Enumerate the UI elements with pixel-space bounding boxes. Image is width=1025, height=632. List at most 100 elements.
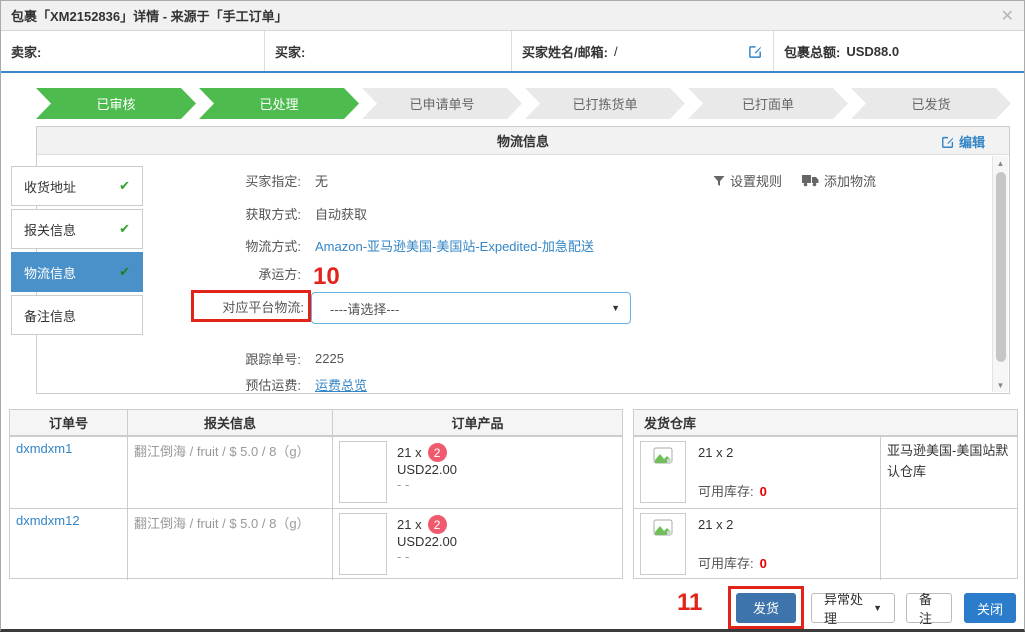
edit-logistics-button[interactable]: 编辑 <box>941 132 985 151</box>
warehouse-header: 发货仓库 <box>634 410 1017 436</box>
package-detail-dialog: 包裹「XM2152836」详情 - 来源于「手工订单」 ✕ 卖家: 买家: 买家… <box>0 0 1025 632</box>
remark-button[interactable]: 备注 <box>906 593 952 623</box>
total-cell: 包裹总额: USD88.0 <box>773 31 1024 71</box>
buyer-label: 买家: <box>275 42 305 61</box>
broken-image-icon <box>640 441 686 503</box>
col-customs-info: 报关信息 <box>127 410 332 436</box>
exception-handling-button[interactable]: 异常处理 ▼ <box>811 593 895 623</box>
seller-cell: 卖家: <box>1 31 264 71</box>
annotation-10: 10 <box>313 263 340 291</box>
close-button[interactable]: 关闭 <box>964 593 1016 623</box>
progress-step-picking-printed: 已打拣货单 <box>525 88 685 119</box>
warehouse-row-2-item: 21 x 2 可用库存:0 <box>634 508 880 580</box>
order-link[interactable]: dxmdxm1 <box>16 441 72 456</box>
freight-row: 预估运费: 运费总览 <box>161 375 367 394</box>
carrier-row: 承运方: <box>161 264 301 283</box>
stock-value: 0 <box>760 556 767 571</box>
status-progress-bar: 已审核 已处理 已申请单号 已打拣货单 已打面单 已发货 <box>36 88 1011 119</box>
warehouse-row-2-name <box>880 508 1017 580</box>
logistics-method-label: 物流方式: <box>161 236 301 255</box>
caret-down-icon: ▼ <box>873 603 882 613</box>
section-tabs: 收货地址 ✔ 报关信息 ✔ 物流信息 ✔ 备注信息 <box>11 166 143 338</box>
dialog-titlebar: 包裹「XM2152836」详情 - 来源于「手工订单」 ✕ <box>1 1 1024 31</box>
progress-step-reviewed: 已审核 <box>36 88 196 119</box>
table-row-2-customs: 翻江倒海 / fruit / $ 5.0 / 8（g） <box>127 508 332 580</box>
tracking-number-value: 2225 <box>315 351 344 366</box>
freight-label: 预估运费: <box>161 375 301 394</box>
table-row-2-product: 21 x 2 USD22.00 - - <box>332 508 622 580</box>
warehouse-row-1-name: 亚马逊美国-美国站默认仓库 <box>880 436 1017 508</box>
tracking-number-row: 跟踪单号: 2225 <box>161 349 344 368</box>
logistics-panel-title: 物流信息 <box>497 131 549 150</box>
tab-shipping-address[interactable]: 收货地址 ✔ <box>11 166 143 206</box>
buyer-specified-label: 买家指定: <box>161 171 301 190</box>
edit-icon <box>941 135 955 149</box>
scroll-down-icon[interactable]: ▼ <box>997 378 1005 392</box>
buyer-contact-cell: 买家姓名/邮箱: / <box>511 31 773 71</box>
package-total-value: USD88.0 <box>846 44 899 59</box>
platform-logistics-select[interactable]: ----请选择--- ▼ <box>311 292 631 324</box>
warehouse-row-1-item: 21 x 2 可用库存:0 <box>634 436 880 508</box>
set-rules-button[interactable]: 设置规则 <box>713 171 782 190</box>
freight-overview-link[interactable]: 运费总览 <box>315 375 367 394</box>
table-row-1-product: 21 x 2 USD22.00 - - <box>332 436 622 508</box>
seller-label: 卖家: <box>11 42 41 61</box>
col-order-no: 订单号 <box>10 410 127 436</box>
product-qty: 21 x <box>397 445 422 460</box>
fetch-method-row: 获取方式: 自动获取 <box>161 204 367 223</box>
tab-remark-info[interactable]: 备注信息 <box>11 295 143 335</box>
table-row-1-customs: 翻江倒海 / fruit / $ 5.0 / 8（g） <box>127 436 332 508</box>
package-summary-row: 卖家: 买家: 买家姓名/邮箱: / 包裹总额: USD88.0 <box>1 31 1024 73</box>
caret-down-icon: ▼ <box>611 303 620 313</box>
platform-logistics-selected-value: ----请选择--- <box>330 299 399 318</box>
logistics-method-link[interactable]: Amazon-亚马逊美国-美国站-Expedited-加急配送 <box>315 236 594 255</box>
progress-step-processed: 已处理 <box>199 88 359 119</box>
product-image-placeholder <box>339 441 387 503</box>
scrollbar-thumb[interactable] <box>996 172 1006 362</box>
order-link[interactable]: dxmdxm12 <box>16 513 80 528</box>
ship-button-highlight: 发货 <box>728 586 804 629</box>
tab-logistics-info[interactable]: 物流信息 ✔ <box>11 252 143 292</box>
tab-customs-info[interactable]: 报关信息 ✔ <box>11 209 143 249</box>
annotation-11: 11 <box>677 589 702 617</box>
platform-logistics-label: 对应平台物流: <box>222 297 304 316</box>
col-order-product: 订单产品 <box>332 410 622 436</box>
filter-icon <box>713 175 725 187</box>
warehouse-table: 发货仓库 21 x 2 可用库存:0 亚马逊美国-美国站默认仓库 21 x 2 … <box>633 409 1018 579</box>
product-price: USD22.00 <box>397 534 457 549</box>
buyer-contact-value: / <box>614 44 618 59</box>
platform-logistics-label-highlight: 对应平台物流: <box>191 290 311 322</box>
buyer-specified-row: 买家指定: 无 <box>161 171 328 190</box>
check-icon: ✔ <box>119 264 130 280</box>
logistics-method-row: 物流方式: Amazon-亚马逊美国-美国站-Expedited-加急配送 <box>161 236 594 255</box>
available-stock: 可用库存:0 <box>698 553 767 572</box>
product-dashes: - - <box>397 549 457 564</box>
fetch-method-label: 获取方式: <box>161 204 301 223</box>
logistics-actions: 设置规则 添加物流 <box>713 171 876 190</box>
broken-image-icon <box>640 513 686 575</box>
close-icon[interactable]: ✕ <box>1001 6 1014 26</box>
table-row-2-order-no: dxmdxm12 <box>10 508 127 580</box>
scroll-up-icon[interactable]: ▲ <box>997 156 1005 170</box>
progress-step-label-printed: 已打面单 <box>688 88 848 119</box>
check-icon: ✔ <box>119 221 130 237</box>
orders-table: 订单号 报关信息 订单产品 dxmdxm1 翻江倒海 / fruit / $ 5… <box>9 409 623 579</box>
truck-icon <box>802 174 819 187</box>
package-total-label: 包裹总额: <box>784 42 840 61</box>
carrier-label: 承运方: <box>161 264 301 283</box>
buyer-specified-value: 无 <box>315 171 328 190</box>
product-qty: 21 x <box>397 517 422 532</box>
warehouse-qty: 21 x 2 <box>698 445 733 460</box>
table-row-1-order-no: dxmdxm1 <box>10 436 127 508</box>
panel-scrollbar[interactable]: ▲ ▼ <box>992 156 1008 392</box>
progress-step-shipped: 已发货 <box>851 88 1011 119</box>
warehouse-qty: 21 x 2 <box>698 517 733 532</box>
qty-badge: 2 <box>428 515 447 534</box>
logistics-panel-header: 物流信息 <box>37 127 1009 155</box>
add-logistics-button[interactable]: 添加物流 <box>802 171 876 190</box>
buyer-contact-label: 买家姓名/邮箱: <box>522 42 608 61</box>
dialog-title: 包裹「XM2152836」详情 - 来源于「手工订单」 <box>11 6 288 25</box>
edit-buyer-icon[interactable] <box>748 44 763 59</box>
ship-button[interactable]: 发货 <box>736 593 796 623</box>
product-image-placeholder <box>339 513 387 575</box>
